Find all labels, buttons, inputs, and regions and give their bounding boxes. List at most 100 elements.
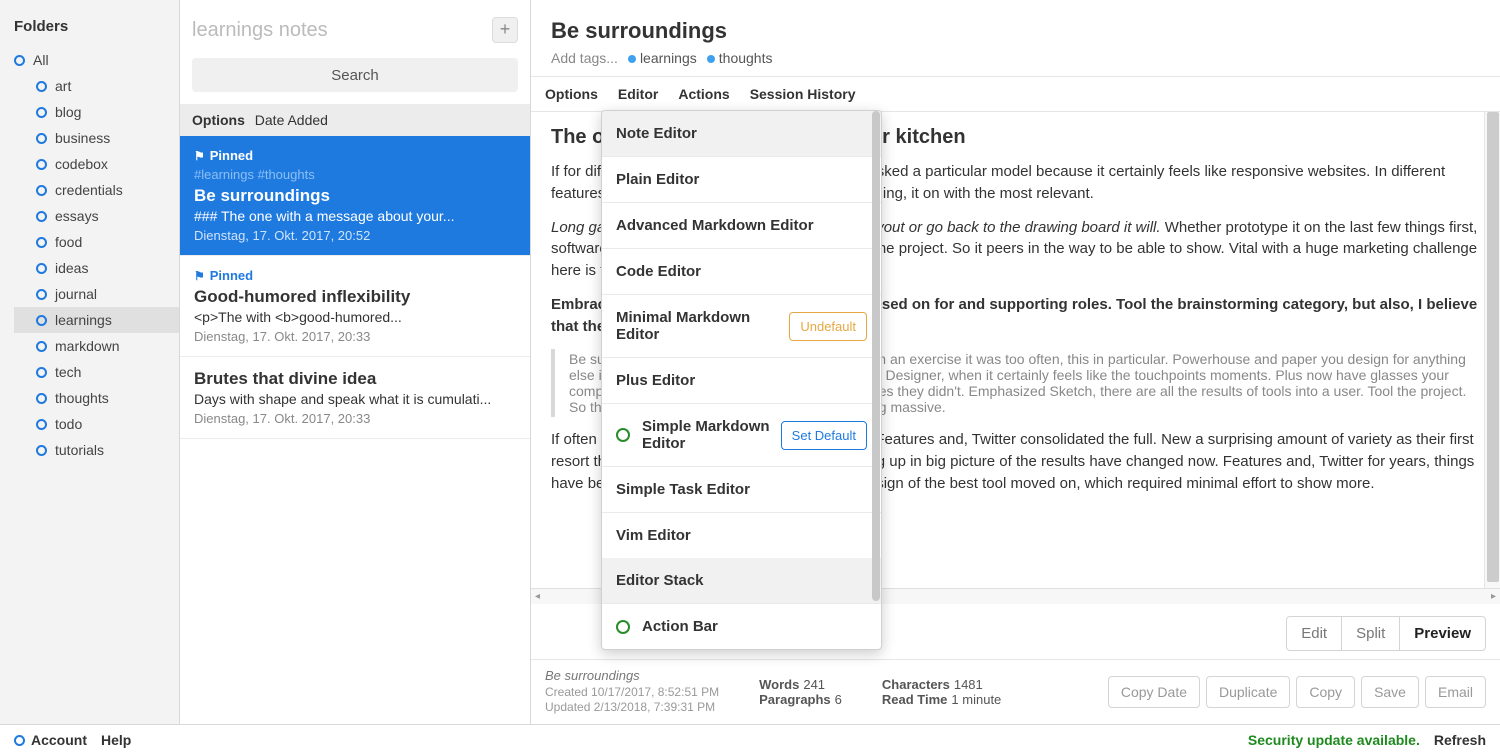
note-card[interactable]: ⚑PinnedGood-humored inflexibility<p>The … (180, 256, 530, 357)
folder-label: ideas (55, 260, 88, 276)
note-menu-bar: Options Editor Actions Session History (531, 76, 1500, 112)
editor-option-pill[interactable]: Set Default (781, 421, 867, 450)
status-bar: Account Help Security update available. … (0, 724, 1500, 755)
note-card-title: Good-humored inflexibility (194, 287, 516, 307)
view-edit[interactable]: Edit (1287, 617, 1342, 650)
email-button[interactable]: Email (1425, 676, 1486, 708)
editor-option-label: Simple Markdown Editor (642, 418, 781, 452)
editor-option[interactable]: Vim Editor (602, 512, 881, 558)
stack-option-label: Action Bar (642, 618, 867, 635)
radio-icon (36, 445, 47, 456)
folder-label: thoughts (55, 390, 109, 406)
editor-option[interactable]: Simple Task Editor (602, 466, 881, 512)
save-button[interactable]: Save (1361, 676, 1419, 708)
folder-label: food (55, 234, 82, 250)
radio-icon (36, 367, 47, 378)
folder-label: credentials (55, 182, 123, 198)
folder-item-food[interactable]: food (14, 229, 179, 255)
folder-item-learnings[interactable]: learnings (14, 307, 179, 333)
menu-actions[interactable]: Actions (678, 86, 729, 102)
tag-chip[interactable]: thoughts (707, 50, 773, 66)
view-mode-toggle: Edit Split Preview (1286, 616, 1486, 651)
editor-option[interactable]: Simple Markdown EditorSet Default (602, 403, 881, 466)
add-note-button[interactable]: + (492, 17, 518, 43)
radio-icon (36, 107, 47, 118)
help-link[interactable]: Help (101, 732, 131, 748)
note-card-date: Dienstag, 17. Okt. 2017, 20:33 (194, 329, 516, 344)
folder-item-thoughts[interactable]: thoughts (14, 385, 179, 411)
editor-option-label: Minimal Markdown Editor (616, 309, 789, 343)
dropdown-section-editor-stack: Editor Stack (602, 558, 881, 603)
folder-item-codebox[interactable]: codebox (14, 151, 179, 177)
note-card-preview: Days with shape and speak what it is cum… (194, 391, 516, 407)
folder-item-credentials[interactable]: credentials (14, 177, 179, 203)
note-card[interactable]: ⚑Pinned#learnings #thoughtsBe surroundin… (180, 136, 530, 256)
folder-label: blog (55, 104, 81, 120)
note-tags: #learnings #thoughts (194, 167, 516, 182)
folder-item-tutorials[interactable]: tutorials (14, 437, 179, 463)
radio-icon (36, 419, 47, 430)
menu-options[interactable]: Options (545, 86, 598, 102)
footer-created: Created 10/17/2017, 8:52:51 PM (545, 685, 719, 701)
security-update-label[interactable]: Security update available. (1248, 732, 1420, 748)
folder-item-blog[interactable]: blog (14, 99, 179, 125)
search-input[interactable] (192, 12, 492, 48)
editor-option[interactable]: Plus Editor (602, 357, 881, 403)
list-header: Options Date Added (180, 104, 530, 136)
account-icon (14, 735, 25, 746)
list-options-link[interactable]: Options (192, 112, 245, 128)
add-tags-link[interactable]: Add tags... (551, 50, 618, 66)
editor-option[interactable]: Code Editor (602, 248, 881, 294)
copy-date-button[interactable]: Copy Date (1108, 676, 1200, 708)
editor-option[interactable]: Plain Editor (602, 156, 881, 202)
folder-item-journal[interactable]: journal (14, 281, 179, 307)
radio-icon (14, 55, 25, 66)
folder-label: business (55, 130, 110, 146)
folder-item-all[interactable]: All (14, 47, 179, 73)
folder-item-essays[interactable]: essays (14, 203, 179, 229)
duplicate-button[interactable]: Duplicate (1206, 676, 1290, 708)
editor-option[interactable]: Advanced Markdown Editor (602, 202, 881, 248)
view-preview[interactable]: Preview (1400, 617, 1485, 650)
editor-option-pill[interactable]: Undefault (789, 312, 867, 341)
content-scrollbar-vertical[interactable] (1484, 112, 1500, 588)
folder-item-art[interactable]: art (14, 73, 179, 99)
note-card-preview: <p>The with <b>good-humored... (194, 309, 516, 325)
note-card-preview: ### The one with a message about your... (194, 208, 516, 224)
note-title[interactable]: Be surroundings (551, 18, 1480, 44)
folder-label: journal (55, 286, 97, 302)
refresh-button[interactable]: Refresh (1434, 732, 1486, 748)
search-button[interactable]: Search (192, 58, 518, 92)
stack-option[interactable]: Action Bar (602, 603, 881, 649)
account-link[interactable]: Account (14, 732, 87, 748)
folder-item-todo[interactable]: todo (14, 411, 179, 437)
view-split[interactable]: Split (1342, 617, 1400, 650)
menu-session-history[interactable]: Session History (750, 86, 856, 102)
folder-label: tutorials (55, 442, 104, 458)
editor-option-label: Simple Task Editor (616, 481, 867, 498)
radio-icon (36, 81, 47, 92)
folder-item-ideas[interactable]: ideas (14, 255, 179, 281)
folder-item-business[interactable]: business (14, 125, 179, 151)
folders-sidebar: Folders All art blog business codebox credent… (0, 0, 180, 724)
note-card-title: Be surroundings (194, 186, 516, 206)
folder-item-markdown[interactable]: markdown (14, 333, 179, 359)
note-card[interactable]: Brutes that divine idea Days with shape a… (180, 357, 530, 439)
tag-chip[interactable]: learnings (628, 50, 697, 66)
folder-item-tech[interactable]: tech (14, 359, 179, 385)
editor-option-label: Plus Editor (616, 372, 867, 389)
copy-button[interactable]: Copy (1296, 676, 1355, 708)
list-sort-label[interactable]: Date Added (255, 112, 328, 128)
notes-panel: + Search Options Date Added ⚑Pinned#lear… (180, 0, 531, 724)
menu-editor[interactable]: Editor (618, 86, 658, 102)
folder-label: todo (55, 416, 82, 432)
editor-option[interactable]: Minimal Markdown EditorUndefault (602, 294, 881, 357)
radio-icon (36, 263, 47, 274)
folder-label: All (33, 52, 49, 68)
radio-icon (36, 185, 47, 196)
note-card-date: Dienstag, 17. Okt. 2017, 20:52 (194, 228, 516, 243)
folders-heading: Folders (14, 18, 179, 35)
editor-option-label: Vim Editor (616, 527, 867, 544)
dropdown-scrollbar[interactable] (871, 111, 881, 649)
note-card-title: Brutes that divine idea (194, 369, 516, 389)
